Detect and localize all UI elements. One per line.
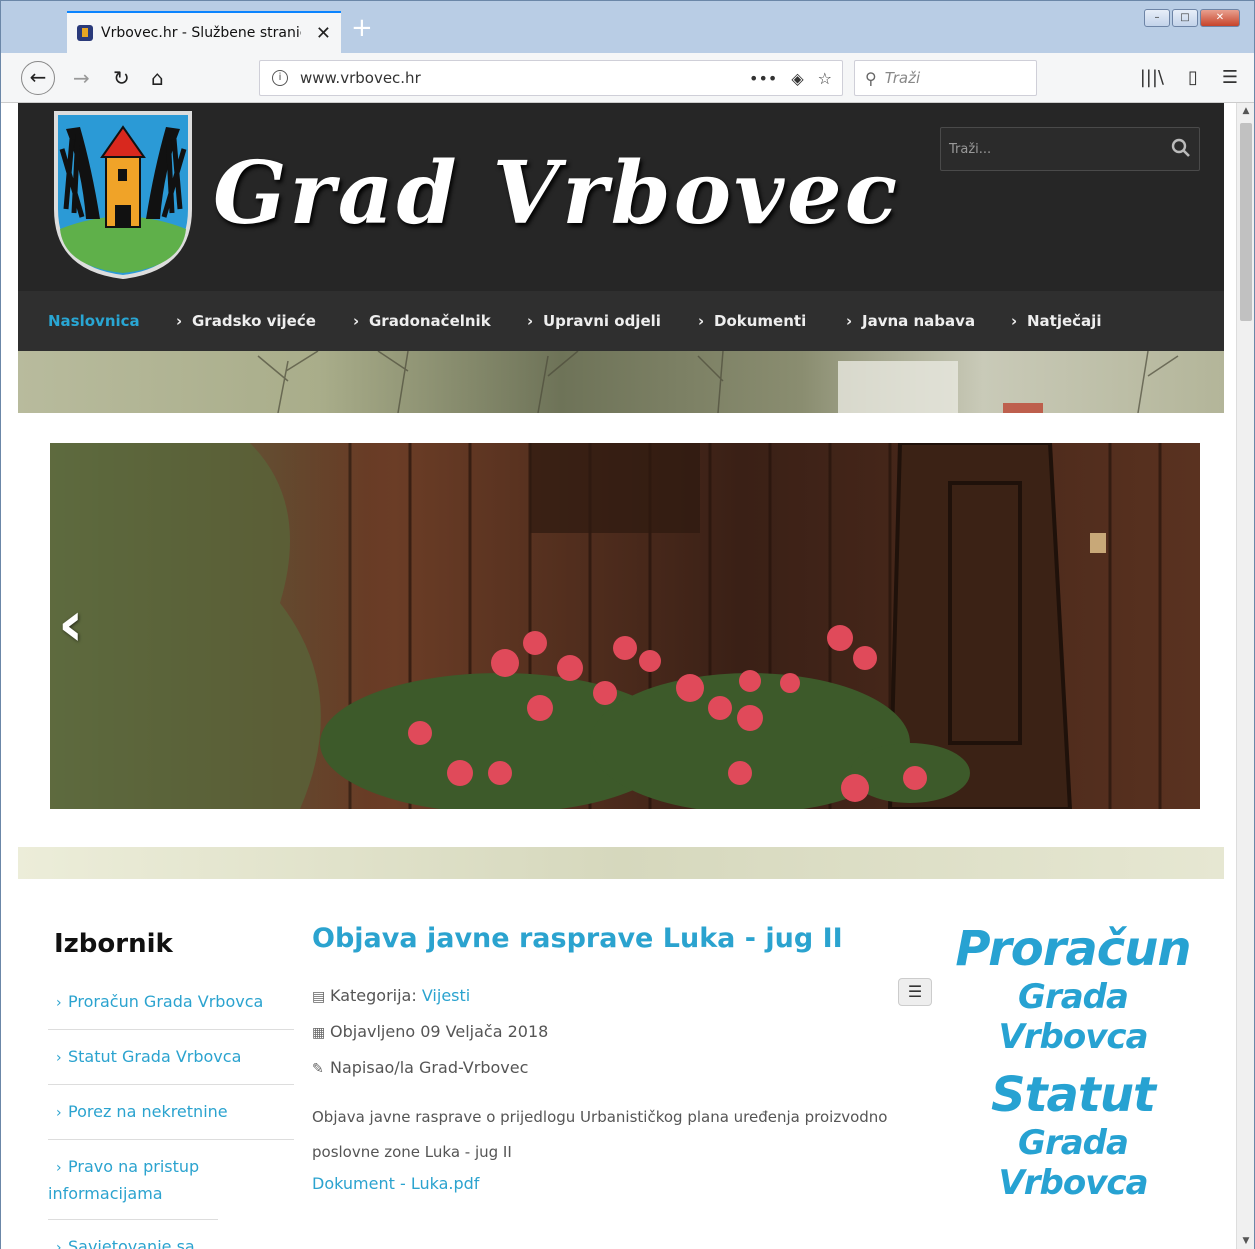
decorative-banner <box>18 351 1224 413</box>
reload-icon[interactable]: ↻ <box>113 63 130 93</box>
nav-item-naslovnica[interactable]: Naslovnica <box>48 312 140 330</box>
hamburger-menu-icon[interactable]: ☰ <box>1222 67 1238 88</box>
pocket-icon[interactable]: ◈ <box>791 69 803 88</box>
scroll-up-arrow[interactable]: ▲ <box>1237 103 1254 119</box>
coat-of-arms-logo[interactable] <box>52 109 194 281</box>
category-label: Kategorija: <box>330 986 422 1005</box>
nav-item-gradsko-vijece[interactable]: Gradsko vijeće <box>192 312 316 330</box>
search-icon[interactable] <box>1171 138 1191 158</box>
promo-title: Proračun <box>955 921 1191 977</box>
sidebar-title: Izbornik <box>54 929 173 959</box>
decorative-strip <box>18 847 1224 879</box>
browser-search-placeholder: Traži <box>884 69 921 87</box>
chevron-right-icon: › <box>56 1050 62 1066</box>
tab-close-icon[interactable]: ✕ <box>316 23 331 44</box>
article-body: Objava javne rasprave o prijedlogu Urban… <box>312 1108 888 1161</box>
article-author: ✎ Napisao/la Grad-Vrbovec <box>312 1050 932 1086</box>
sidebar-item-savjetovanje[interactable]: › Savjetovanje sa <box>48 1220 294 1249</box>
minimize-button[interactable]: – <box>1144 9 1170 27</box>
browser-search-field[interactable]: ⚲ Traži <box>854 60 1037 96</box>
url-text: www.vrbovec.hr <box>300 69 421 87</box>
sidebar-item-label: Statut Grada Vrbovca <box>68 1047 242 1066</box>
search-icon: ⚲ <box>865 68 877 88</box>
published-date: Objavljeno 09 Veljača 2018 <box>330 1022 549 1041</box>
nav-item-upravni-odjeli[interactable]: Upravni odjeli <box>543 312 661 330</box>
sidebar-item-label: Savjetovanje sa <box>68 1237 195 1249</box>
scrollbar-thumb[interactable] <box>1240 123 1252 321</box>
nav-item-dokumenti[interactable]: Dokumenti <box>714 312 806 330</box>
trees-decoration <box>257 351 1179 413</box>
promo-statut[interactable]: Statut Grada Vrbovca <box>948 1067 1198 1203</box>
author-name: Napisao/la Grad-Vrbovec <box>330 1058 529 1077</box>
chevron-right-icon: › <box>1011 312 1018 330</box>
back-button[interactable]: ← <box>21 61 55 95</box>
site-title[interactable]: Grad Vrbovec <box>213 143 900 244</box>
chevron-right-icon: › <box>56 1240 62 1249</box>
promo-subtitle: Grada Vrbovca <box>998 977 1148 1057</box>
promo-proracun[interactable]: Proračun Grada Vrbovca <box>948 921 1198 1057</box>
article-tools-button[interactable]: ☰ <box>898 978 932 1006</box>
site-search-input[interactable]: Traži... <box>940 127 1200 171</box>
title-bar: Vrbovec.hr - Službene stranice ✕ + – □ ✕ <box>1 1 1254 53</box>
sidebar-item-pravo-na-pristup[interactable]: › Pravo na pristup informacijama <box>48 1140 218 1220</box>
chevron-right-icon: › <box>56 1160 62 1176</box>
maximize-button[interactable]: □ <box>1172 9 1198 27</box>
slider-prev-arrow[interactable]: ‹ <box>58 593 84 655</box>
favicon-icon <box>77 25 93 41</box>
forward-icon[interactable]: → <box>73 63 90 93</box>
chevron-right-icon: › <box>56 995 62 1011</box>
hero-slider-image[interactable] <box>50 443 1200 809</box>
close-window-button[interactable]: ✕ <box>1200 9 1240 27</box>
nav-item-natjecaji[interactable]: Natječaji <box>1027 312 1101 330</box>
sidebar-item-label: Porez na nekretnine <box>68 1102 228 1121</box>
library-icon[interactable]: |||\ <box>1140 67 1164 88</box>
sidebar-item-statut[interactable]: › Statut Grada Vrbovca <box>48 1030 294 1085</box>
vertical-scrollbar[interactable]: ▲ ▼ <box>1236 103 1254 1249</box>
article-date: ▦ Objavljeno 09 Veljača 2018 <box>312 1014 932 1050</box>
new-tab-button[interactable]: + <box>351 15 373 41</box>
bookmark-star-icon[interactable]: ☆ <box>818 69 832 88</box>
main-navigation: Naslovnica › Gradsko vijeće › Gradonačel… <box>18 291 1224 351</box>
promo-title: Statut <box>991 1067 1156 1123</box>
folder-icon: ▤ <box>312 989 326 1005</box>
nav-item-javna-nabava[interactable]: Javna nabava <box>862 312 975 330</box>
address-bar[interactable]: i www.vrbovec.hr ••• ◈ ☆ <box>259 60 843 96</box>
chevron-right-icon: › <box>176 312 183 330</box>
sidebar-item-porez[interactable]: › Porez na nekretnine <box>48 1085 294 1140</box>
document-link[interactable]: Dokument - Luka.pdf <box>312 1174 932 1193</box>
chevron-right-icon: › <box>527 312 534 330</box>
chevron-right-icon: › <box>353 312 360 330</box>
sidebar-item-label: Pravo na pristup informacijama <box>48 1157 200 1203</box>
pencil-icon: ✎ <box>312 1061 324 1077</box>
page-viewport: Grad Vrbovec Traži... Naslovnica › Grads… <box>1 103 1254 1249</box>
browser-tab[interactable]: Vrbovec.hr - Službene stranice ✕ <box>67 11 341 53</box>
window-controls: – □ ✕ <box>1144 9 1240 27</box>
web-page: Grad Vrbovec Traži... Naslovnica › Grads… <box>18 103 1224 1249</box>
sidebar-icon[interactable]: ▯ <box>1188 67 1198 88</box>
home-icon[interactable]: ⌂ <box>151 63 164 93</box>
chevron-right-icon: › <box>846 312 853 330</box>
chevron-right-icon: › <box>698 312 705 330</box>
site-info-icon[interactable]: i <box>272 70 288 86</box>
page-actions-icon[interactable]: ••• <box>749 69 777 88</box>
category-link[interactable]: Vijesti <box>422 986 470 1005</box>
site-search-placeholder: Traži... <box>949 142 992 157</box>
scroll-down-arrow[interactable]: ▼ <box>1237 1233 1254 1249</box>
article: Objava javne rasprave Luka - jug II ▤ Kat… <box>312 923 932 1193</box>
calendar-icon: ▦ <box>312 1025 326 1041</box>
article-title[interactable]: Objava javne rasprave Luka - jug II <box>312 923 932 954</box>
sidebar-menu: › Proračun Grada Vrbovca › Statut Grada Vr… <box>48 975 294 1249</box>
article-category: ▤ Kategorija: Vijesti ☰ <box>312 978 932 1014</box>
sidebar-item-label: Proračun Grada Vrbovca <box>68 992 264 1011</box>
browser-toolbar: ← → ↻ ⌂ i www.vrbovec.hr ••• ◈ ☆ ⚲ Traži… <box>1 53 1254 103</box>
site-header: Grad Vrbovec Traži... <box>18 103 1224 291</box>
sidebar-item-proracun[interactable]: › Proračun Grada Vrbovca <box>48 975 294 1030</box>
nav-item-gradonacelnik[interactable]: Gradonačelnik <box>369 312 491 330</box>
tab-title: Vrbovec.hr - Službene stranice <box>101 25 301 41</box>
chevron-right-icon: › <box>56 1105 62 1121</box>
promo-subtitle: Grada Vrbovca <box>998 1123 1148 1203</box>
browser-window: Vrbovec.hr - Službene stranice ✕ + – □ ✕… <box>0 0 1255 1249</box>
